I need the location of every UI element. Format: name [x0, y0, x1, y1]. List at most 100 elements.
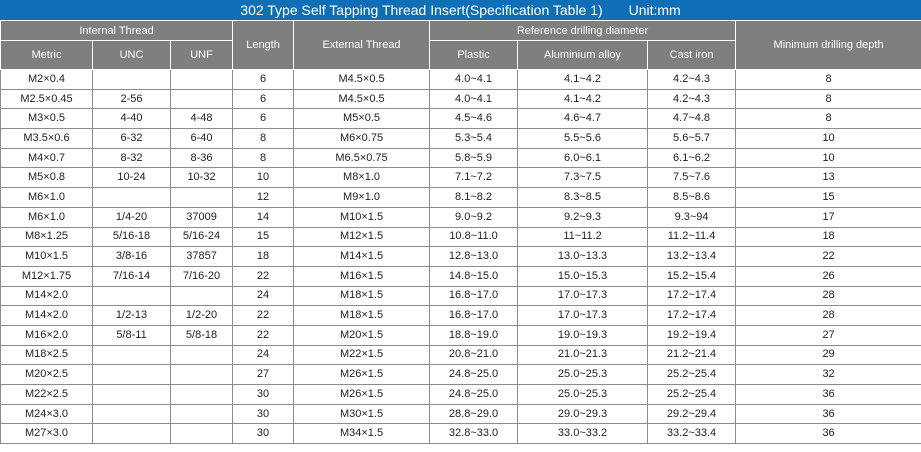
table-row: M4×0.7 8-32 8-36 8 M6.5×0.75 5.8~5.9 6.0~6.1 6.…: [0, 147, 921, 169]
cell-min-drilling-depth: 13: [735, 167, 921, 189]
table-row: M16×2.0 5/8-11 5/8-18 22 M20×1.5 18.8~19.0 19.…: [0, 324, 921, 346]
cell-unc: 4-40: [92, 108, 171, 130]
table-row: M20×2.5 27 M26×1.5 24.8~25.0 25.0~25.3 25.2~2…: [0, 364, 921, 385]
cell-min-drilling-depth: 8: [735, 108, 921, 130]
cell-length: 6: [232, 108, 295, 130]
cell-metric: M5×0.8: [0, 167, 93, 189]
cell-metric: M12×1.75: [0, 265, 93, 287]
cell-unf: [169, 69, 234, 90]
cell-plastic: 8.1~8.2: [429, 187, 519, 208]
cell-aluminium-alloy: 13.0~13.3: [517, 246, 649, 267]
cell-aluminium-alloy: 7.3~7.5: [517, 167, 649, 189]
cell-plastic: 28.8~29.0: [429, 403, 519, 425]
cell-cast-iron: 19.2~19.4: [647, 324, 737, 346]
cell-external-thread: M8×1.0: [293, 167, 431, 189]
cell-unc: [92, 403, 171, 425]
header-minimum-drilling-depth: Minimum drilling depth: [735, 20, 921, 70]
cell-unc: 5/16-18: [92, 226, 171, 248]
cell-min-drilling-depth: 18: [735, 226, 921, 248]
cell-unc: 5/8-11: [92, 324, 171, 346]
header-aluminium-alloy: Aluminium alloy: [517, 40, 649, 70]
cell-length: 27: [232, 364, 295, 385]
cell-length: 14: [232, 206, 295, 228]
cell-external-thread: M5×0.5: [293, 108, 431, 130]
cell-unf: 7/16-20: [169, 265, 234, 287]
cell-unf: [169, 423, 234, 445]
cell-min-drilling-depth: 36: [735, 423, 921, 445]
cell-min-drilling-depth: 10: [735, 147, 921, 169]
cell-metric: M8×1.25: [0, 226, 93, 248]
table-row: M3×0.5 4-40 4-48 6 M5×0.5 4.5~4.6 4.6~4.7 4.7~4…: [0, 108, 921, 130]
cell-min-drilling-depth: 26: [735, 265, 921, 287]
cell-min-drilling-depth: 36: [735, 384, 921, 405]
cell-unf: [169, 285, 234, 307]
cell-unf: [169, 364, 234, 385]
cell-aluminium-alloy: 17.0~17.3: [517, 285, 649, 307]
cell-metric: M4×0.7: [0, 147, 93, 169]
cell-unf: [169, 344, 234, 366]
cell-length: 6: [232, 88, 295, 110]
cell-plastic: 18.8~19.0: [429, 324, 519, 346]
cell-metric: M2.5×0.45: [0, 88, 93, 110]
cell-length: 8: [232, 128, 295, 149]
cell-metric: M14×2.0: [0, 305, 93, 326]
cell-cast-iron: 5.6~5.7: [647, 128, 737, 149]
cell-length: 12: [232, 187, 295, 208]
cell-plastic: 10.8~11.0: [429, 226, 519, 248]
cell-plastic: 16.8~17.0: [429, 305, 519, 326]
cell-unf: 10-32: [169, 167, 234, 189]
cell-aluminium-alloy: 4.6~4.7: [517, 108, 649, 130]
cell-cast-iron: 8.5~8.6: [647, 187, 737, 208]
cell-min-drilling-depth: 8: [735, 88, 921, 110]
cell-min-drilling-depth: 27: [735, 324, 921, 346]
cell-aluminium-alloy: 4.1~4.2: [517, 69, 649, 90]
cell-external-thread: M18×1.5: [293, 285, 431, 307]
cell-cast-iron: 29.2~29.4: [647, 403, 737, 425]
cell-unc: 3/8-16: [92, 246, 171, 267]
cell-plastic: 7.1~7.2: [429, 167, 519, 189]
cell-unf: 37857: [169, 246, 234, 267]
header-length: Length: [232, 20, 295, 70]
cell-length: 24: [232, 285, 295, 307]
table-title: 302 Type Self Tapping Thread Insert(Spec…: [240, 2, 603, 18]
table-row: M18×2.5 24 M22×1.5 20.8~21.0 21.0~21.3 21.2~2…: [0, 344, 921, 366]
cell-metric: M6×1.0: [0, 187, 93, 208]
table-row: M8×1.25 5/16-18 5/16-24 15 M12×1.5 10.8~11.0 1…: [0, 226, 921, 248]
cell-unf: 6-40: [169, 128, 234, 149]
cell-aluminium-alloy: 25.0~25.3: [517, 364, 649, 385]
cell-unc: [92, 423, 171, 445]
cell-aluminium-alloy: 8.3~8.5: [517, 187, 649, 208]
cell-plastic: 32.8~33.0: [429, 423, 519, 445]
specification-table: Internal Thread Length External Thread R…: [0, 20, 921, 445]
cell-metric: M3.5×0.6: [0, 128, 93, 149]
cell-length: 24: [232, 344, 295, 366]
cell-cast-iron: 6.1~6.2: [647, 147, 737, 169]
cell-unf: 5/16-24: [169, 226, 234, 248]
cell-aluminium-alloy: 21.0~21.3: [517, 344, 649, 366]
cell-external-thread: M20×1.5: [293, 324, 431, 346]
cell-metric: M18×2.5: [0, 344, 93, 366]
cell-cast-iron: 25.2~25.4: [647, 384, 737, 405]
cell-min-drilling-depth: 36: [735, 403, 921, 425]
cell-aluminium-alloy: 15.0~15.3: [517, 265, 649, 287]
cell-length: 15: [232, 226, 295, 248]
cell-metric: M2×0.4: [0, 69, 93, 90]
cell-cast-iron: 4.7~4.8: [647, 108, 737, 130]
cell-external-thread: M22×1.5: [293, 344, 431, 366]
cell-cast-iron: 7.5~7.6: [647, 167, 737, 189]
cell-cast-iron: 21.2~21.4: [647, 344, 737, 366]
table-row: M6×1.0 12 M9×1.0 8.1~8.2 8.3~8.5 8.5~8.6 15: [0, 187, 921, 208]
table-title-bar: 302 Type Self Tapping Thread Insert(Spec…: [0, 0, 921, 20]
cell-cast-iron: 13.2~13.4: [647, 246, 737, 267]
cell-aluminium-alloy: 33.0~33.2: [517, 423, 649, 445]
cell-external-thread: M10×1.5: [293, 206, 431, 228]
cell-unc: 1/4-20: [92, 206, 171, 228]
cell-external-thread: M6.5×0.75: [293, 147, 431, 169]
table-row: M14×2.0 24 M18×1.5 16.8~17.0 17.0~17.3 17.2~1…: [0, 285, 921, 307]
cell-unf: [169, 403, 234, 425]
cell-unf: [169, 88, 234, 110]
cell-min-drilling-depth: 29: [735, 344, 921, 366]
cell-aluminium-alloy: 6.0~6.1: [517, 147, 649, 169]
cell-length: 18: [232, 246, 295, 267]
cell-length: 22: [232, 324, 295, 346]
